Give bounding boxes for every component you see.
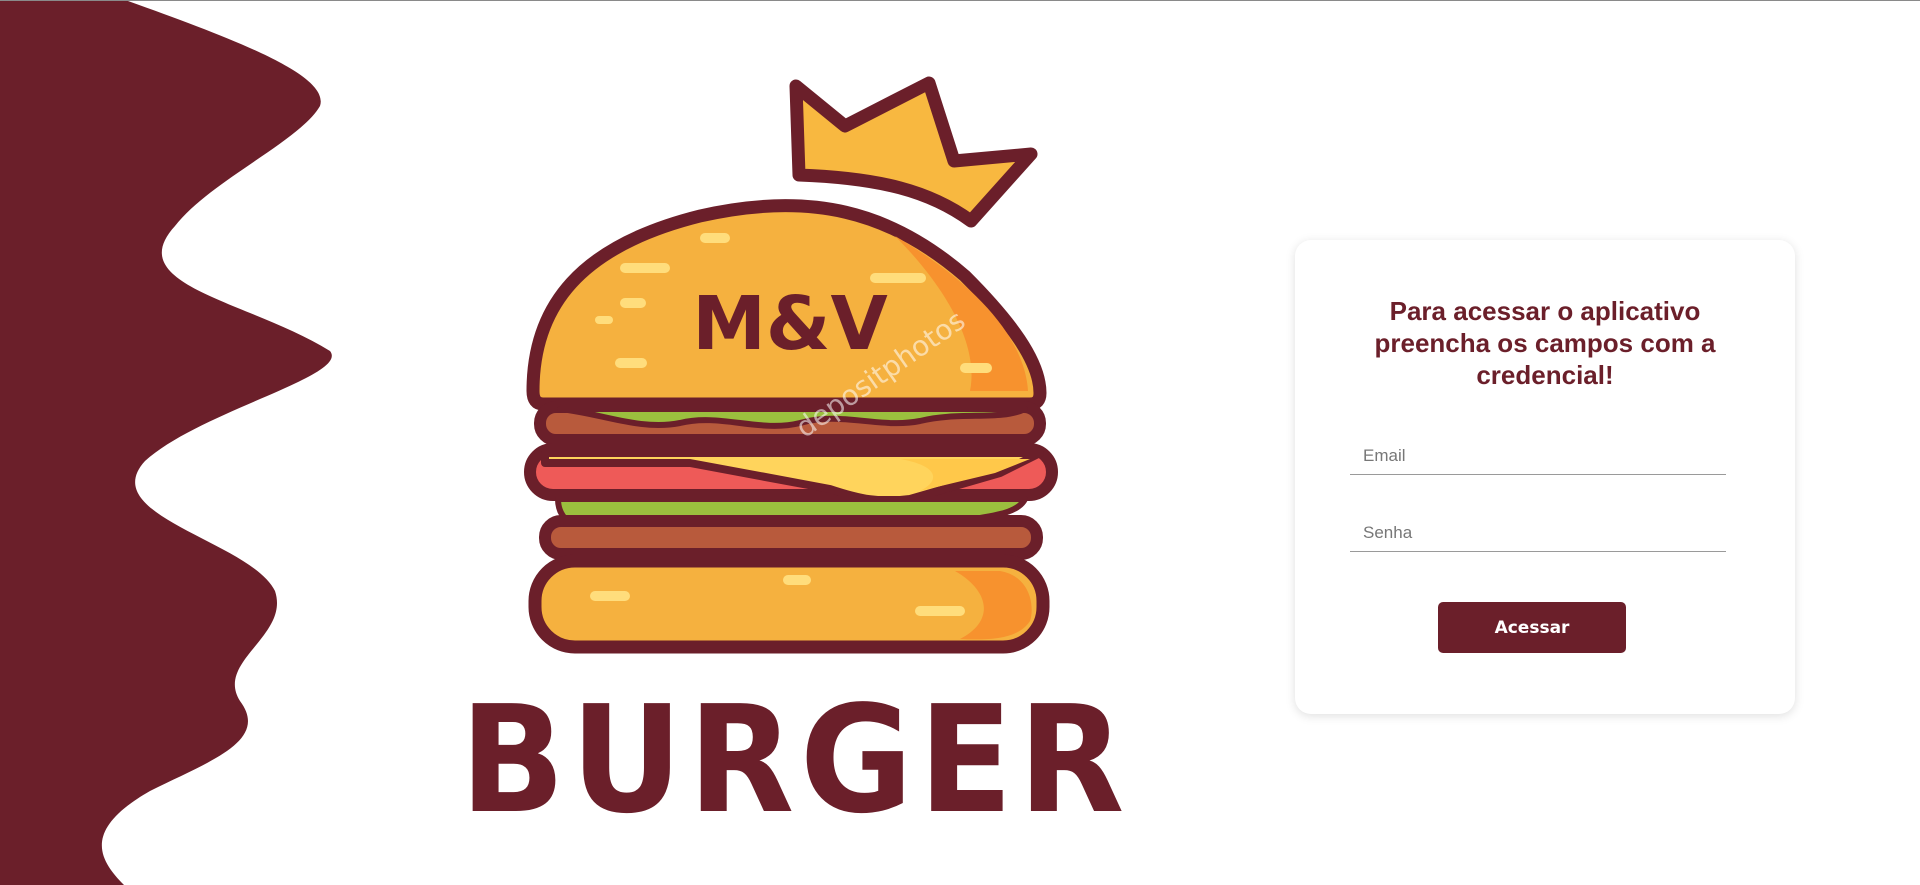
login-card: Para acessar o aplicativo preencha os ca…: [1295, 240, 1795, 714]
login-title: Para acessar o aplicativo preencha os ca…: [1374, 296, 1716, 390]
login-page: M&V BURGER depositphotos Para acessar o …: [0, 0, 1920, 885]
brand-logo: M&V BURGER depositphotos: [460, 76, 1130, 846]
crown-icon: [789, 76, 1038, 228]
logo-mv-text: M&V: [692, 281, 887, 367]
email-field-container: [1350, 438, 1726, 475]
submit-button[interactable]: Acessar: [1438, 602, 1626, 653]
logo-burger-text: BURGER: [460, 674, 1130, 846]
password-field[interactable]: [1350, 515, 1726, 551]
password-field-container: [1350, 515, 1726, 552]
email-field[interactable]: [1350, 438, 1726, 474]
wave-decoration: [0, 1, 332, 885]
